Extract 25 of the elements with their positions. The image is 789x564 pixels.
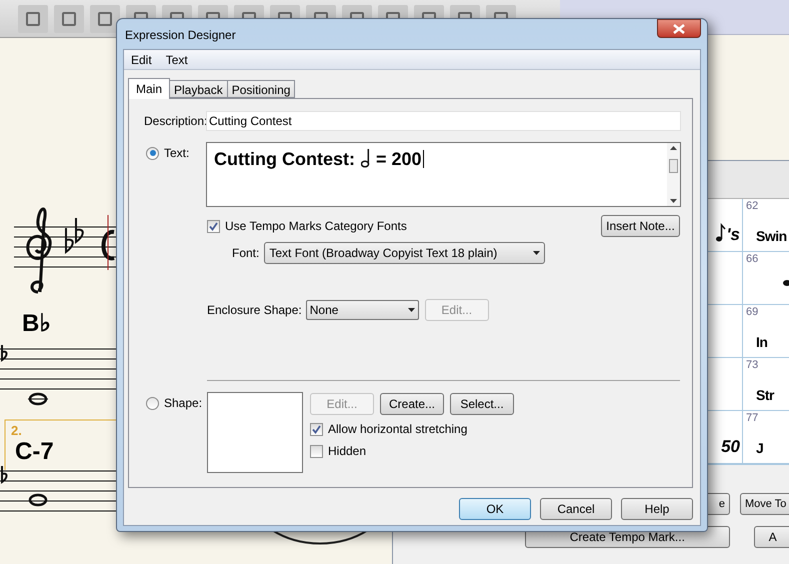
checkbox-label: Allow horizontal stretching [328, 421, 468, 438]
chord-symbol: C-7 [15, 440, 54, 464]
measure-number: 62 [746, 201, 758, 212]
window-title: Expression Designer [124, 27, 236, 44]
checkbox-label: Hidden [328, 443, 366, 460]
expression-text: = 200 [376, 150, 424, 168]
expression-text: Cutting Contest: [214, 150, 355, 168]
tempo-text: J [756, 441, 764, 455]
tempo-text: 50 [721, 438, 740, 455]
checkbox-label: Use Tempo Marks Category Fonts [225, 218, 407, 235]
measure-number: 66 [746, 254, 758, 265]
tempo-text: Str [756, 388, 774, 402]
radio-label: Text: [164, 145, 190, 162]
field-label: Font: [232, 245, 260, 262]
radio-label: Shape: [164, 395, 202, 412]
ending-number: 2. [11, 424, 22, 437]
measure-number: 77 [746, 413, 758, 424]
measure-number: 69 [746, 307, 758, 318]
measure-number: 73 [746, 360, 758, 371]
field-label: Description: [144, 113, 206, 130]
tempo-text: In [756, 335, 768, 349]
tempo-text: 's [726, 226, 740, 243]
field-label: Enclosure Shape: [207, 302, 302, 319]
chord-symbol: B♭ [22, 312, 50, 336]
tempo-text: Swin [756, 229, 787, 243]
